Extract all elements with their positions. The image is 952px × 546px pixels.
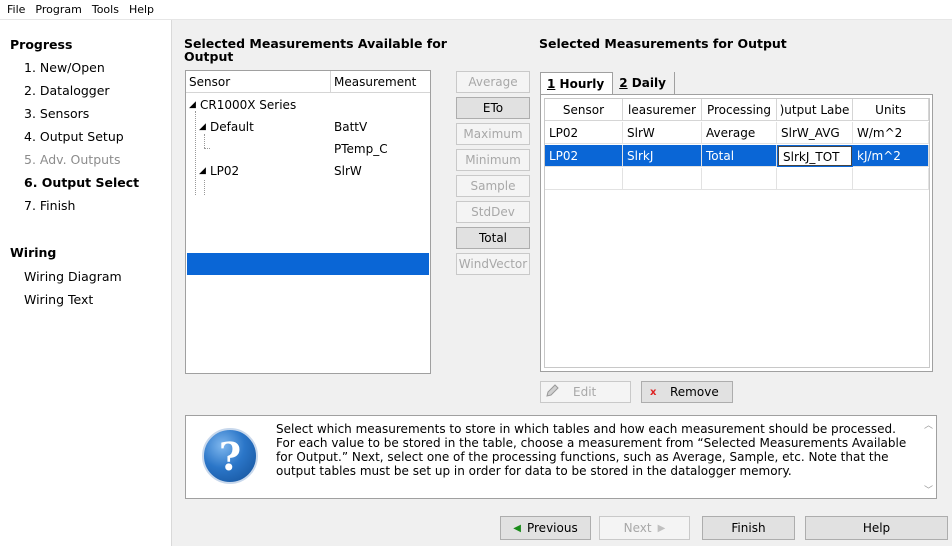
table-cell[interactable]: SlrkJ — [623, 145, 702, 167]
col-header-processing[interactable]: Processing — [702, 99, 777, 121]
table-cell[interactable]: Total — [702, 145, 777, 167]
total-button[interactable]: Total — [456, 227, 530, 249]
expander-icon[interactable]: ◢ — [199, 116, 206, 138]
tree-node-datalogger[interactable]: CR1000X Series — [200, 94, 296, 116]
expander-icon[interactable]: ◢ — [199, 160, 206, 182]
empty-cell — [853, 168, 929, 190]
progress-heading: Progress — [10, 37, 73, 52]
tree-measurement[interactable]: SlrW — [334, 160, 362, 182]
col-header-output-label[interactable]: )utput Labe — [777, 99, 853, 121]
help-scrollbar[interactable]: ︿ ﹀ — [921, 416, 936, 498]
tree-measurement[interactable]: BattV — [334, 116, 367, 138]
col-header-sensor[interactable]: Sensor — [545, 99, 623, 121]
output-grid[interactable]: Sensor leasuremer Processing )utput Labe… — [544, 98, 930, 368]
step-adv-outputs: 5. Adv. Outputs — [24, 152, 121, 167]
menu-tools[interactable]: Tools — [87, 3, 124, 16]
tab-hourly[interactable]: 1 Hourly — [540, 72, 614, 95]
table-cell[interactable]: W/m^2 — [853, 122, 929, 144]
step-sensors[interactable]: 3. Sensors — [24, 106, 89, 121]
scroll-down-icon[interactable]: ﹀ — [924, 483, 933, 496]
eto-button[interactable]: ETo — [456, 97, 530, 119]
available-measurements-tree[interactable]: Sensor Measurement ◢ CR1000X Series ◢ De… — [185, 70, 431, 374]
finish-button[interactable]: Finish — [702, 516, 795, 540]
output-label-editor[interactable]: SlrkJ_TOT — [778, 146, 852, 166]
step-output-setup[interactable]: 4. Output Setup — [24, 129, 124, 144]
next-button[interactable]: Next ▶ — [599, 516, 690, 540]
table-cell[interactable]: LP02 — [545, 145, 623, 167]
forward-arrow-icon: ▶ — [657, 522, 666, 534]
menu-help[interactable]: Help — [124, 3, 159, 16]
average-button[interactable]: Average — [456, 71, 530, 93]
col-header-measurement[interactable]: Measurement — [331, 71, 430, 93]
menu-bar: File Program Tools Help — [0, 0, 952, 20]
tree-measurement-selected[interactable]: SlrkJ — [334, 182, 360, 204]
tree-guide-line — [195, 111, 196, 195]
edit-button[interactable]: Edit — [540, 381, 631, 403]
empty-cell — [777, 168, 853, 190]
scroll-up-icon[interactable]: ︿ — [924, 418, 933, 431]
empty-cell — [545, 168, 623, 190]
table-cell[interactable]: SlrW_AVG — [777, 122, 853, 144]
col-header-sensor[interactable]: Sensor — [186, 71, 331, 93]
tree-guide-line — [204, 180, 205, 195]
remove-button[interactable]: x Remove — [641, 381, 733, 403]
step-new-open[interactable]: 1. New/Open — [24, 60, 105, 75]
menu-program[interactable]: Program — [30, 3, 86, 16]
remove-x-icon: x — [650, 386, 657, 398]
sidebar: Progress 1. New/Open 2. Datalogger 3. Se… — [0, 20, 172, 546]
menu-file[interactable]: File — [2, 3, 30, 16]
tree-node-default[interactable]: Default — [210, 116, 254, 138]
tree-selected-row — [187, 253, 429, 275]
step-datalogger[interactable]: 2. Datalogger — [24, 83, 110, 98]
empty-cell — [623, 168, 702, 190]
sample-button[interactable]: Sample — [456, 175, 530, 197]
help-question-icon: ? — [202, 428, 258, 484]
output-title: Selected Measurements for Output — [539, 36, 787, 51]
stddev-button[interactable]: StdDev — [456, 201, 530, 223]
help-button[interactable]: Help — [805, 516, 948, 540]
tree-node-lp02[interactable]: LP02 — [210, 160, 239, 182]
windvector-button[interactable]: WindVector — [456, 253, 530, 275]
minimum-button[interactable]: Minimum — [456, 149, 530, 171]
help-text: Select which measurements to store in wh… — [276, 422, 907, 478]
table-cell[interactable]: SlrW — [623, 122, 702, 144]
table-cell[interactable]: kJ/m^2 — [853, 145, 929, 167]
wiring-heading: Wiring — [10, 245, 57, 260]
tree-measurement[interactable]: PTemp_C — [334, 138, 388, 160]
step-output-select[interactable]: 6. Output Select — [24, 175, 139, 190]
col-header-measurement[interactable]: leasuremer — [623, 99, 702, 121]
available-title: Selected Measurements Available for Outp… — [184, 36, 447, 64]
output-grid-panel: Sensor leasuremer Processing )utput Labe… — [540, 94, 933, 372]
tab-daily[interactable]: 2 Daily — [613, 72, 675, 94]
help-panel: ? Select which measurements to store in … — [185, 415, 937, 499]
tree-guide-line — [204, 148, 210, 149]
previous-button[interactable]: ◀ Previous — [500, 516, 591, 540]
pencil-icon — [545, 383, 565, 401]
back-arrow-icon: ◀ — [513, 522, 521, 534]
expander-icon[interactable]: ◢ — [189, 94, 196, 116]
table-cell[interactable]: LP02 — [545, 122, 623, 144]
step-finish[interactable]: 7. Finish — [24, 198, 75, 213]
maximum-button[interactable]: Maximum — [456, 123, 530, 145]
empty-cell — [702, 168, 777, 190]
col-header-units[interactable]: Units — [853, 99, 929, 121]
table-cell[interactable]: Average — [702, 122, 777, 144]
table-tabs: 1 Hourly 2 Daily — [540, 72, 675, 95]
wiring-text-link[interactable]: Wiring Text — [24, 292, 93, 307]
wiring-diagram-link[interactable]: Wiring Diagram — [24, 269, 122, 284]
